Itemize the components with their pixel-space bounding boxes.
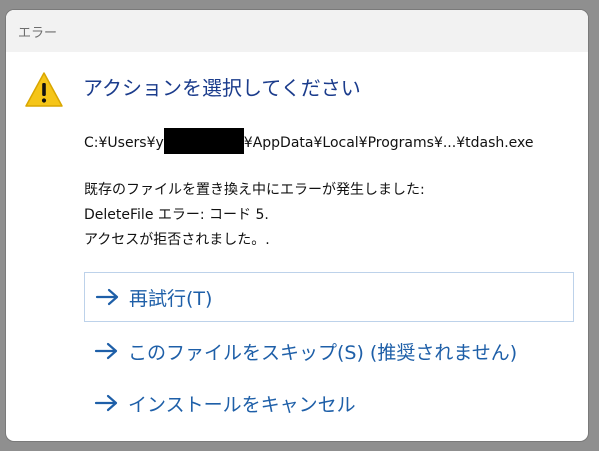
window-title: エラー <box>18 26 58 41</box>
dialog-heading: アクションを選択してください <box>83 76 361 100</box>
retry-button[interactable]: 再試行(T) <box>84 272 574 322</box>
file-path: C:¥Users¥y ¥AppData¥Local¥Programs¥...¥td… <box>84 128 534 154</box>
right-arrow-icon <box>94 394 118 412</box>
error-dialog: エラー アクションを選択してください C:¥Users¥y ¥AppData¥Lo… <box>6 10 588 441</box>
right-arrow-icon <box>94 342 118 360</box>
error-message-line: DeleteFile エラー: コード 5. <box>84 207 269 223</box>
title-bar[interactable]: エラー <box>6 10 588 52</box>
error-message: 既存のファイルを置き換え中にエラーが発生しました: DeleteFile エラー… <box>84 178 425 253</box>
skip-file-button[interactable]: このファイルをスキップ(S) (推奨されません) <box>84 326 574 376</box>
warning-triangle-icon <box>25 72 63 107</box>
file-path-suffix: ¥AppData¥Local¥Programs¥...¥tdash.exe <box>243 135 534 151</box>
error-message-line: アクセスが拒否されました。. <box>84 232 270 248</box>
cancel-install-label: インストールをキャンセル <box>128 393 356 416</box>
skip-file-label: このファイルをスキップ(S) (推奨されません) <box>128 341 518 364</box>
cancel-install-button[interactable]: インストールをキャンセル <box>84 378 574 428</box>
retry-label: 再試行(T) <box>129 287 213 310</box>
redacted-username <box>163 128 244 154</box>
error-message-line: 既存のファイルを置き換え中にエラーが発生しました: <box>84 182 425 198</box>
file-path-prefix: C:¥Users¥y <box>84 135 164 151</box>
right-arrow-icon <box>95 288 119 306</box>
